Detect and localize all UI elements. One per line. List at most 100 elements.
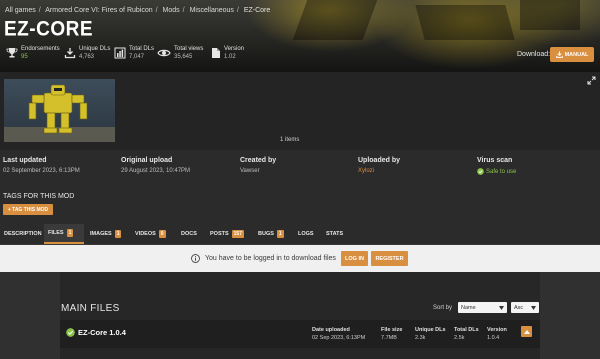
tab-badge: 157	[231, 230, 244, 238]
tab-label: IMAGES	[90, 231, 112, 237]
info-label: Created by	[240, 157, 277, 164]
file-name: EZ-Core 1.0.4	[78, 328, 126, 337]
gallery-items-count: 1 items	[280, 137, 300, 143]
sort-field-select[interactable]: Name	[458, 302, 507, 313]
breadcrumb-all-games[interactable]: All games	[5, 7, 36, 14]
file-col-value: 1.0.4	[487, 335, 500, 341]
breadcrumb-current: EZ-Core	[243, 7, 271, 14]
virus-scan-text: Safe to use	[486, 168, 517, 175]
file-total-dls: Total DLs 2.5k	[454, 327, 479, 341]
file-col-label: Date uploaded	[312, 327, 350, 333]
file-col-label: Version	[487, 327, 507, 333]
info-created-by: Created by Vawser	[240, 157, 276, 174]
uploader-link[interactable]: Xylozi	[358, 168, 400, 174]
tab-label: POSTS	[210, 231, 229, 237]
sort-label: Sort by	[433, 305, 453, 311]
stat-total-views: Total views 35,645	[157, 46, 203, 61]
tab-label: DESCRIPTION	[4, 231, 42, 237]
file-icon	[212, 48, 220, 58]
stat-unique-dls: Unique DLs 4,763	[64, 46, 110, 61]
info-uploaded-by: Uploaded by Xylozi	[358, 157, 400, 174]
download-icon	[64, 48, 76, 59]
info-value: Vawser	[240, 168, 260, 174]
download-label: Download:	[517, 51, 551, 58]
chevron-up-icon	[523, 329, 530, 334]
tab-label: FILES	[48, 230, 64, 236]
chevron-down-icon	[499, 305, 504, 310]
tag-this-mod-button[interactable]: + TAG THIS MOD	[3, 204, 53, 215]
stat-label: Version	[224, 46, 245, 52]
info-original-upload: Original upload 29 August 2023, 10:47PM	[121, 157, 190, 174]
tab-description[interactable]: DESCRIPTION	[0, 224, 43, 244]
collapse-file-button[interactable]	[521, 326, 532, 337]
file-size: File size 7.7MB	[381, 327, 402, 341]
stat-label: Endorsements	[21, 46, 60, 52]
check-circle-icon	[477, 168, 484, 175]
manual-download-button[interactable]: MANUAL	[550, 47, 594, 62]
virus-scan-status: Safe to use	[477, 168, 516, 175]
breadcrumb-mods[interactable]: Mods	[163, 7, 180, 14]
tab-label: BUGS	[258, 231, 274, 237]
log-in-button[interactable]: LOG IN	[341, 251, 368, 266]
breadcrumb-category[interactable]: Miscellaneous	[190, 7, 234, 14]
breadcrumb: All games / Armored Core VI: Fires of Rub…	[5, 7, 271, 14]
info-label: Virus scan	[477, 157, 513, 164]
stat-total-dls: Total DLs 7,047	[114, 46, 154, 61]
stat-value: 95	[21, 54, 28, 60]
tags-title: TAGS FOR THIS MOD	[3, 193, 75, 200]
file-col-value: 2.3k	[415, 335, 426, 341]
tags-section	[0, 186, 600, 224]
stat-value: 35,645	[174, 54, 193, 60]
bar-chart-icon	[114, 47, 126, 59]
mod-title: EZ-CORE	[4, 18, 93, 42]
login-required-message: You have to be logged in to download fil…	[205, 255, 336, 262]
tab-label: VIDEOS	[135, 231, 156, 237]
trophy-icon	[6, 48, 18, 58]
stat-value: 7,047	[129, 54, 145, 60]
eye-icon	[157, 49, 171, 57]
tab-label: STATS	[326, 231, 344, 237]
file-col-label: Unique DLs	[415, 327, 446, 333]
file-col-value: 02 Sep 2023, 6:13PM	[312, 335, 366, 341]
tab-posts[interactable]: POSTS 157	[206, 224, 248, 244]
file-col-value: 7.7MB	[381, 335, 397, 341]
tab-logs[interactable]: LOGS	[294, 224, 318, 244]
tab-images[interactable]: IMAGES 1	[86, 224, 128, 244]
check-circle-icon	[66, 328, 75, 337]
file-unique-dls: Unique DLs 2.3k	[415, 327, 446, 341]
tab-docs[interactable]: DOCS	[177, 224, 201, 244]
manual-download-label: MANUAL	[564, 51, 589, 58]
info-value: 29 August 2023, 10:47PM	[121, 168, 191, 174]
main-files-title: MAIN FILES	[61, 303, 120, 314]
stat-value: 4,763	[79, 54, 95, 60]
file-date-uploaded: Date uploaded 02 Sep 2023, 6:13PM	[312, 327, 365, 341]
info-value: 02 September 2023, 6:13PM	[3, 168, 80, 174]
gallery-thumbnail[interactable]	[4, 79, 115, 142]
info-label: Original upload	[121, 157, 173, 164]
tab-files[interactable]: FILES 1	[44, 224, 84, 244]
tab-bugs[interactable]: BUGS 1	[254, 224, 290, 244]
info-last-updated: Last updated 02 September 2023, 6:13PM	[3, 157, 80, 174]
info-icon	[191, 254, 200, 263]
breadcrumb-game[interactable]: Armored Core VI: Fires of Rubicon	[45, 7, 152, 14]
file-version: Version 1.0.4	[487, 327, 507, 341]
tab-badge: 1	[114, 230, 122, 238]
file-col-label: Total DLs	[454, 327, 479, 333]
tab-badge: 0	[158, 230, 166, 238]
tab-badge: 1	[276, 230, 284, 238]
download-icon	[555, 51, 563, 58]
stat-endorsements: Endorsements 95	[6, 46, 60, 61]
expand-icon[interactable]	[587, 76, 596, 85]
stat-label: Total views	[174, 46, 204, 52]
sort-field-value: Name	[461, 304, 476, 311]
tab-badge: 1	[66, 229, 74, 237]
sort-order-value: Asc	[514, 304, 524, 311]
mech-image	[4, 84, 115, 142]
tab-stats[interactable]: STATS	[322, 224, 348, 244]
tab-videos[interactable]: VIDEOS 0	[131, 224, 173, 244]
sort-order-select[interactable]: Asc	[511, 302, 539, 313]
register-button[interactable]: REGISTER	[371, 251, 408, 266]
stat-version: Version 1.02	[211, 46, 244, 61]
info-label: Uploaded by	[358, 157, 401, 164]
file-col-value: 2.5k	[454, 335, 465, 341]
